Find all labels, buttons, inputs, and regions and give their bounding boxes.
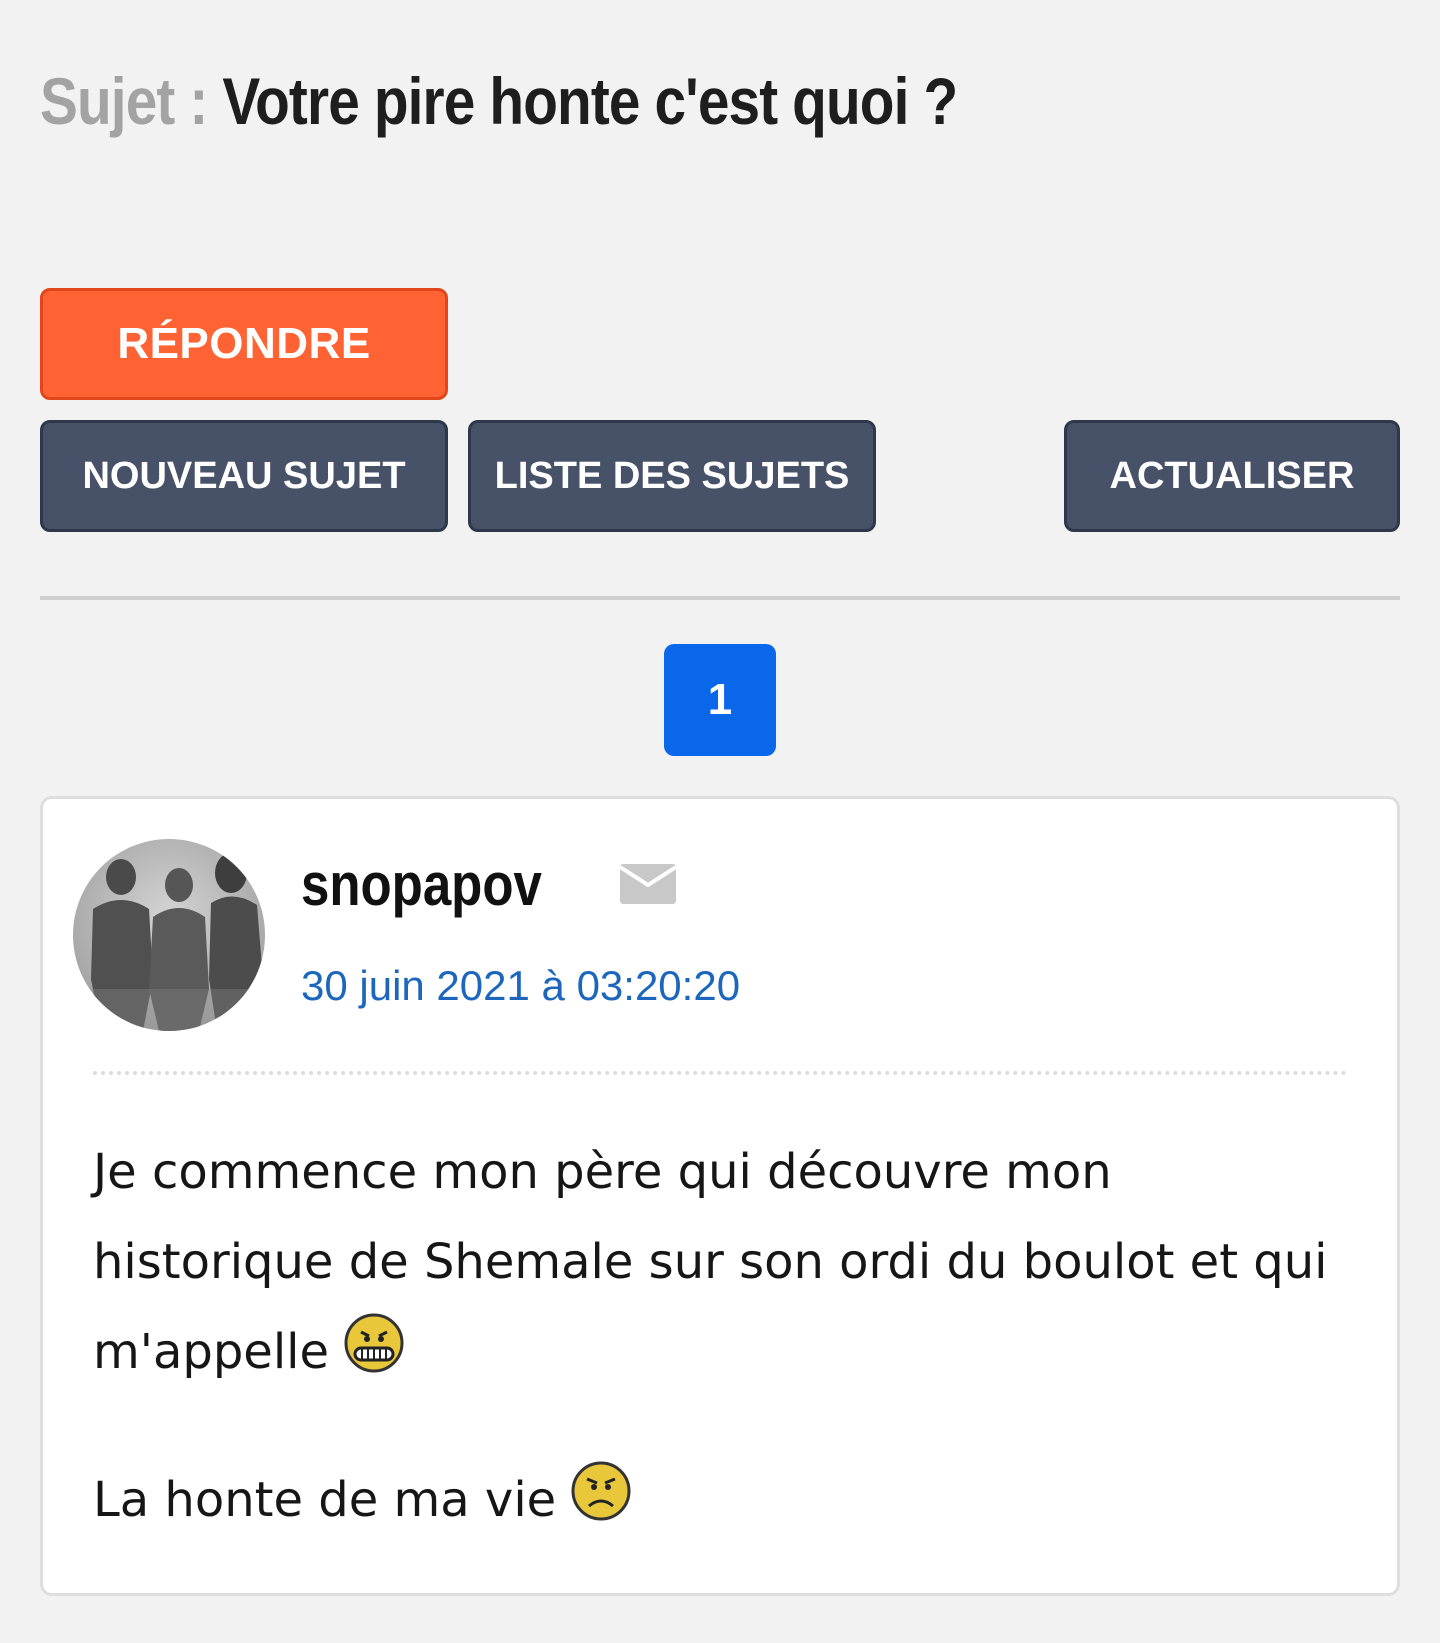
nervous-smiley-icon — [344, 1313, 404, 1373]
post-paragraph: Je commence mon père qui découvre mon hi… — [93, 1127, 1353, 1397]
divider — [40, 596, 1400, 600]
post-body: Je commence mon père qui découvre mon hi… — [93, 1127, 1353, 1545]
topic-prefix: Sujet : — [40, 64, 223, 138]
avatar[interactable] — [73, 839, 265, 1031]
topic-title: Sujet : Votre pire honte c'est quoi ? — [40, 58, 958, 144]
avatar-silhouettes-image — [73, 839, 265, 1031]
post-paragraph: La honte de ma vie — [93, 1455, 1353, 1545]
page-1-button[interactable]: 1 — [664, 644, 776, 756]
refresh-button[interactable]: ACTUALISER — [1064, 420, 1400, 532]
sad-smiley-icon — [571, 1461, 631, 1521]
post-card: snopapov 30 juin 2021 à 03:20:20 Je comm… — [40, 796, 1400, 1596]
post-paragraph-text: La honte de ma vie — [93, 1472, 557, 1528]
post-separator — [93, 1071, 1347, 1075]
post-author[interactable]: snopapov — [301, 849, 542, 921]
new-topic-button[interactable]: NOUVEAU SUJET — [40, 420, 448, 532]
topic-title-text: Votre pire honte c'est quoi ? — [222, 64, 958, 138]
reply-button[interactable]: RÉPONDRE — [40, 288, 448, 400]
post-date-link[interactable]: 30 juin 2021 à 03:20:20 — [301, 959, 740, 1013]
mail-icon[interactable] — [619, 863, 677, 905]
topic-list-button[interactable]: LISTE DES SUJETS — [468, 420, 876, 532]
post-paragraph-text: Je commence mon père qui découvre mon hi… — [93, 1144, 1328, 1380]
